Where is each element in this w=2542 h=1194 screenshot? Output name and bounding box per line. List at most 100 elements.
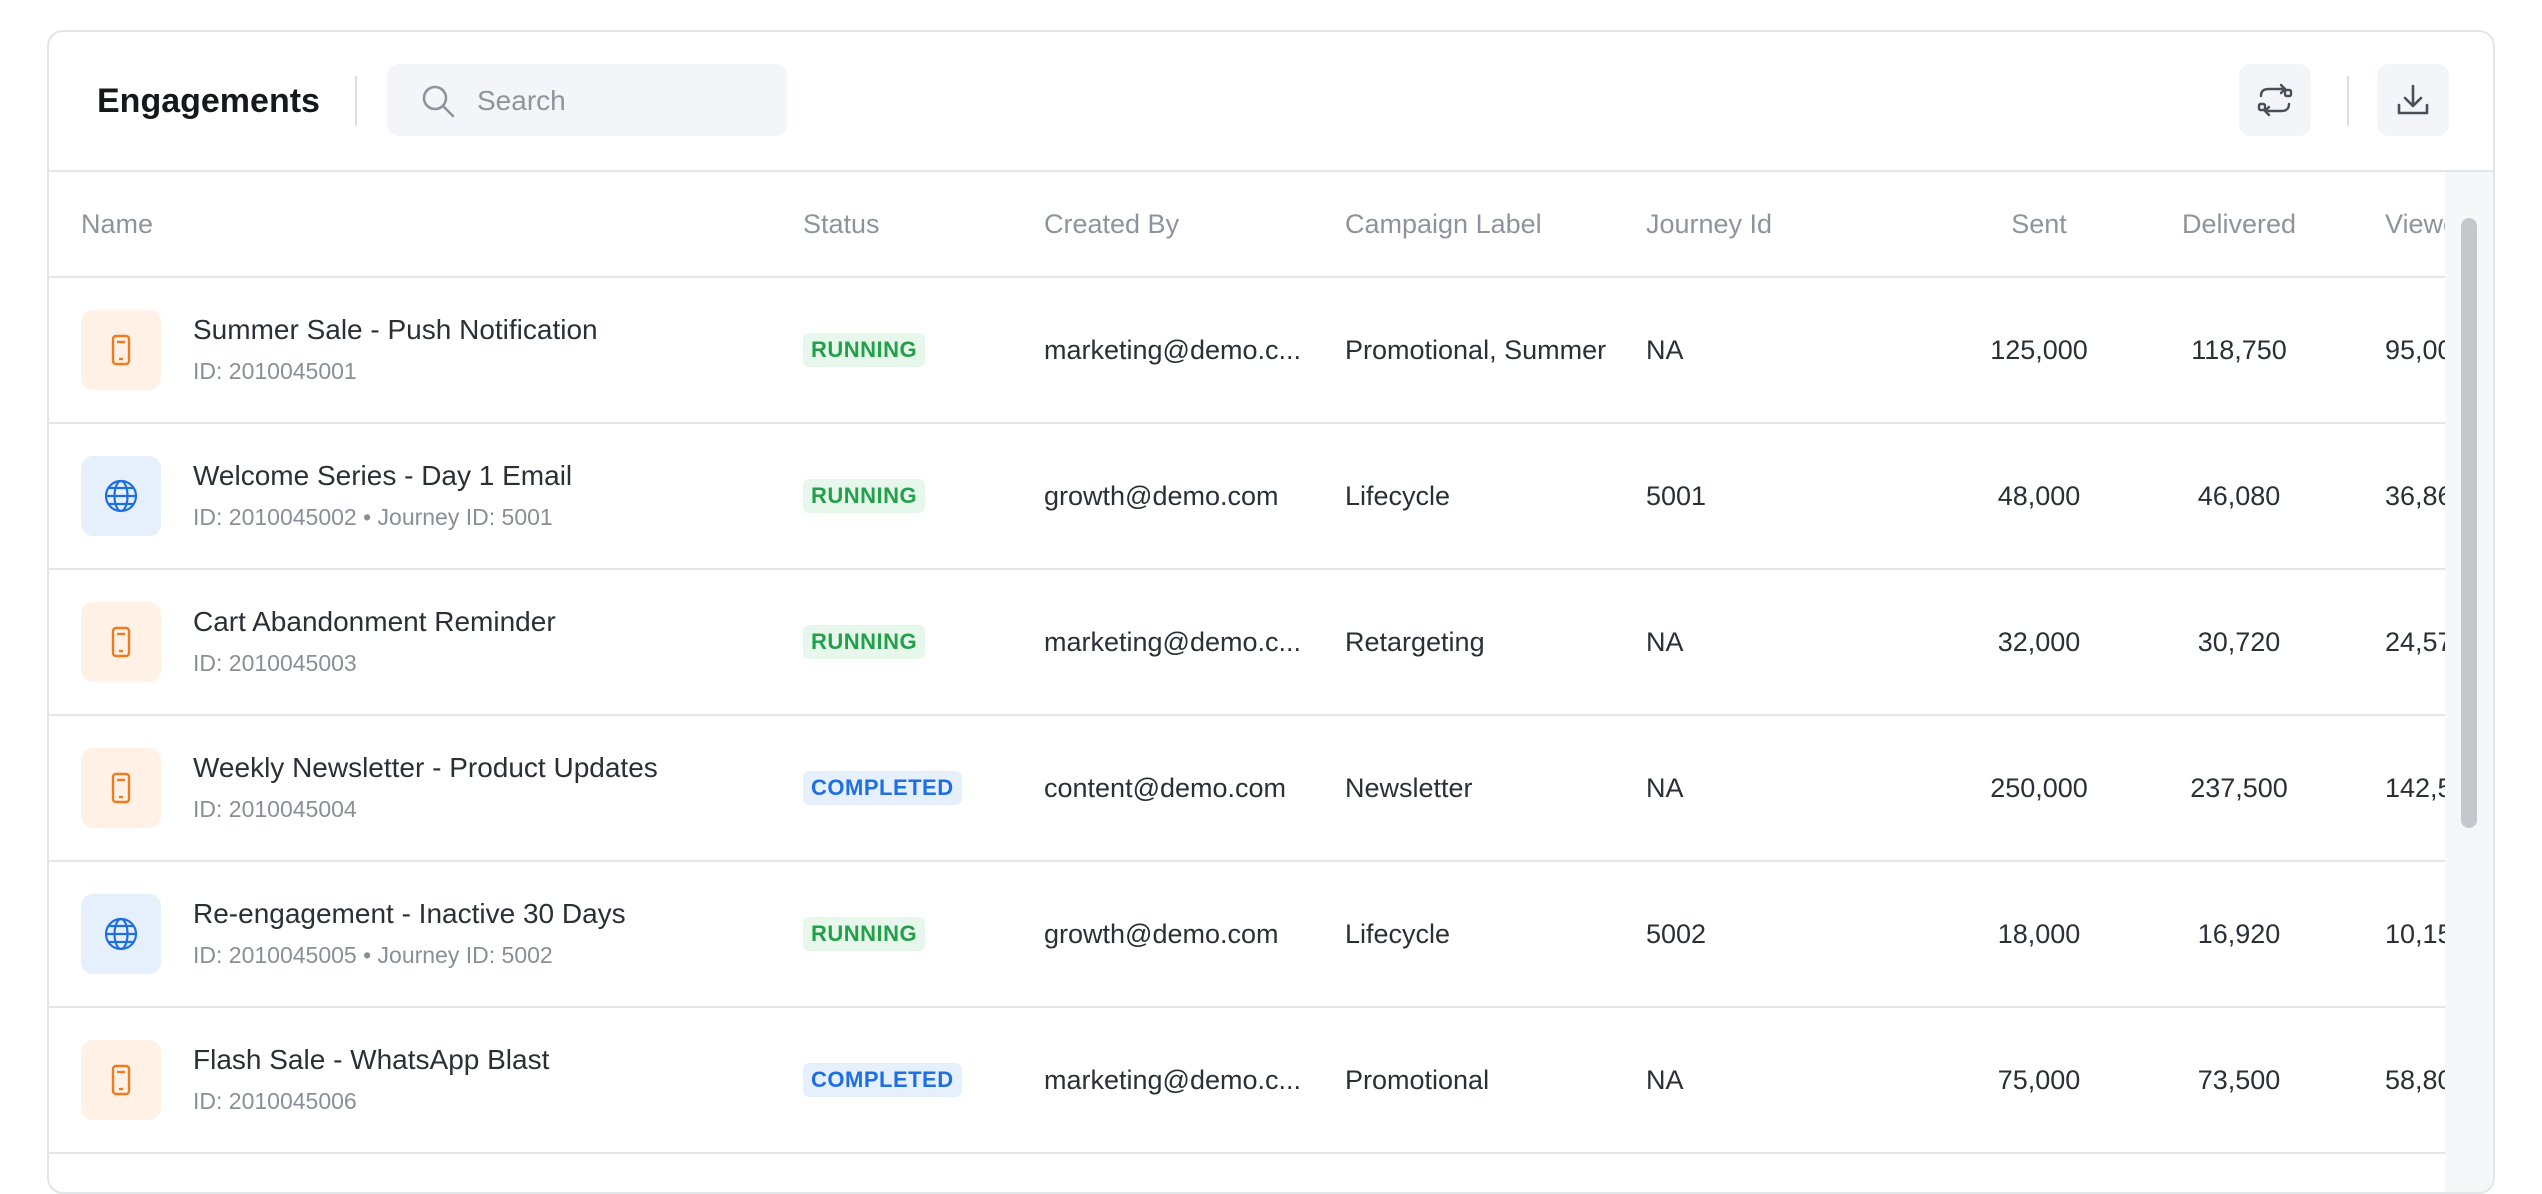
vertical-scrollbar[interactable] [2445, 172, 2493, 1192]
table-row[interactable]: Re-engagement - Inactive 30 Days ID: 201… [49, 862, 2445, 1008]
mobile-icon [111, 334, 131, 366]
mobile-icon [111, 626, 131, 658]
sent-cell: 125,000 [1990, 334, 2088, 365]
channel-icon-box [81, 894, 161, 974]
engagement-name[interactable]: Flash Sale - WhatsApp Blast [193, 1042, 549, 1078]
engagement-name[interactable]: Summer Sale - Push Notification [193, 312, 598, 348]
column-header-campaign-label[interactable]: Campaign Label [1345, 172, 1542, 276]
delivered-cell: 30,720 [2197, 626, 2281, 657]
column-header-journey-id[interactable]: Journey Id [1646, 172, 1772, 276]
journey-id-cell: 5002 [1646, 918, 1707, 949]
created-by-cell: growth@demo.com [1044, 480, 1279, 511]
engagement-name[interactable]: Re-engagement - Inactive 30 Days [193, 896, 626, 932]
journey-id-cell: NA [1646, 334, 1684, 365]
channel-icon-box [81, 748, 161, 828]
journey-id-cell: NA [1646, 626, 1684, 657]
viewed-cell: 24,57 [2385, 626, 2445, 657]
sent-cell: 250,000 [1990, 772, 2088, 803]
status-badge: COMPLETED [803, 771, 962, 805]
table-header: Name Status Created By Campaign Label Jo… [49, 172, 2445, 278]
name-cell: Weekly Newsletter - Product Updates ID: … [193, 750, 658, 824]
column-header-sent[interactable]: Sent [1949, 172, 2129, 276]
download-button[interactable] [2377, 64, 2449, 136]
created-by-cell: marketing@demo.c... [1044, 1064, 1302, 1095]
status-cell: COMPLETED [803, 1008, 962, 1152]
status-cell: RUNNING [803, 862, 926, 1006]
delivered-cell: 46,080 [2197, 480, 2281, 511]
engagement-id: ID: 2010045005 • Journey ID: 5002 [193, 942, 553, 968]
status-badge: RUNNING [803, 479, 926, 513]
sent-cell: 18,000 [1997, 918, 2081, 949]
page-title: Engagements [97, 82, 320, 120]
engagement-id: ID: 2010045004 [193, 796, 357, 822]
table-row[interactable]: Welcome Series - Day 1 Email ID: 2010045… [49, 424, 2445, 570]
status-badge: RUNNING [803, 333, 926, 367]
delivered-cell: 118,750 [2191, 334, 2287, 365]
engagement-name[interactable]: Weekly Newsletter - Product Updates [193, 750, 658, 786]
sent-cell: 32,000 [1997, 626, 2081, 657]
search-box[interactable] [387, 64, 787, 138]
engagement-id: ID: 2010045003 [193, 650, 357, 676]
download-icon [2397, 84, 2429, 115]
name-cell: Re-engagement - Inactive 30 Days ID: 201… [193, 896, 626, 970]
sent-cell: 48,000 [1997, 480, 2081, 511]
viewed-cell: 36,86 [2385, 480, 2445, 511]
status-badge: RUNNING [803, 917, 926, 951]
sync-icon [2257, 83, 2293, 117]
delivered-cell: 73,500 [2197, 1064, 2281, 1095]
engagement-name[interactable]: Welcome Series - Day 1 Email [193, 458, 572, 494]
table-row[interactable]: Weekly Newsletter - Product Updates ID: … [49, 716, 2445, 862]
status-badge: RUNNING [803, 625, 926, 659]
sent-cell: 75,000 [1997, 1064, 2081, 1095]
column-header-name[interactable]: Name [81, 172, 153, 276]
delivered-cell: 237,500 [2190, 772, 2288, 803]
journey-id-cell: NA [1646, 772, 1684, 803]
viewed-cell: 10,15 [2385, 918, 2445, 949]
status-cell: COMPLETED [803, 716, 962, 860]
viewed-cell: 95,00 [2385, 334, 2445, 365]
campaign-label-cell: Promotional [1345, 1064, 1490, 1095]
search-icon [422, 85, 455, 118]
engagements-card: Engagements Search Name Status Created B… [47, 30, 2495, 1194]
channel-icon-box [81, 456, 161, 536]
channel-icon-box [81, 602, 161, 682]
mobile-icon [111, 772, 131, 804]
created-by-cell: marketing@demo.c... [1044, 626, 1302, 657]
scrollbar-thumb[interactable] [2461, 218, 2477, 828]
name-cell: Summer Sale - Push Notification ID: 2010… [193, 312, 598, 386]
engagement-id: ID: 2010045002 • Journey ID: 5001 [193, 504, 553, 530]
table-row[interactable]: Cart Abandonment Reminder ID: 2010045003… [49, 570, 2445, 716]
column-header-status[interactable]: Status [803, 172, 880, 276]
globe-icon [104, 479, 138, 513]
campaign-label-cell: Lifecycle [1345, 918, 1451, 949]
journey-id-cell: NA [1646, 1064, 1684, 1095]
status-cell: RUNNING [803, 424, 926, 568]
created-by-cell: marketing@demo.c... [1044, 334, 1302, 365]
engagement-id: ID: 2010045006 [193, 1088, 357, 1114]
name-cell: Flash Sale - WhatsApp Blast ID: 20100450… [193, 1042, 549, 1116]
column-header-delivered[interactable]: Delivered [2139, 172, 2339, 276]
delivered-cell: 16,920 [2197, 918, 2281, 949]
table-body: Summer Sale - Push Notification ID: 2010… [49, 278, 2445, 1154]
campaign-label-cell: Newsletter [1345, 772, 1473, 803]
created-by-cell: content@demo.com [1044, 772, 1287, 803]
column-header-created-by[interactable]: Created By [1044, 172, 1179, 276]
search-input[interactable] [475, 64, 769, 138]
engagements-table: Name Status Created By Campaign Label Jo… [49, 172, 2445, 1192]
mobile-icon [111, 1064, 131, 1096]
campaign-label-cell: Lifecycle [1345, 480, 1451, 511]
channel-icon-box [81, 1040, 161, 1120]
status-cell: RUNNING [803, 278, 926, 422]
engagement-name[interactable]: Cart Abandonment Reminder [193, 604, 556, 640]
viewed-cell: 142,50 [2385, 772, 2445, 803]
table-row[interactable]: Summer Sale - Push Notification ID: 2010… [49, 278, 2445, 424]
viewed-cell: 58,80 [2385, 1064, 2445, 1095]
engagement-id: ID: 2010045001 [193, 358, 357, 384]
globe-icon [104, 917, 138, 951]
table-row[interactable]: Flash Sale - WhatsApp Blast ID: 20100450… [49, 1008, 2445, 1154]
sync-button[interactable] [2239, 64, 2311, 136]
column-header-viewed[interactable]: Viewe [2385, 172, 2445, 276]
campaign-label-cell: Retargeting [1345, 626, 1485, 657]
created-by-cell: growth@demo.com [1044, 918, 1279, 949]
status-cell: RUNNING [803, 570, 926, 714]
